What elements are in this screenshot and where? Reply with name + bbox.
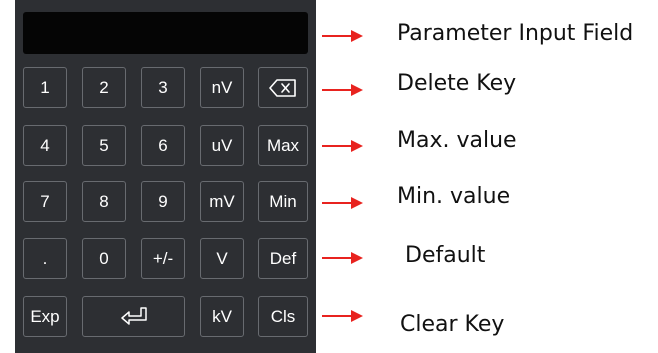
delete-key[interactable] xyxy=(258,67,308,108)
key-9[interactable]: 9 xyxy=(141,181,185,222)
key-exp[interactable]: Exp xyxy=(23,296,67,337)
annotation-clear-key: Clear Key xyxy=(400,312,505,337)
enter-key[interactable] xyxy=(82,296,185,337)
arrow-icon xyxy=(322,252,363,264)
key-kv[interactable]: kV xyxy=(200,296,244,337)
arrow-icon xyxy=(322,310,363,322)
max-value-key[interactable]: Max xyxy=(258,125,308,166)
annotation-min-value: Min. value xyxy=(397,184,511,209)
arrow-icon xyxy=(322,197,363,209)
key-uv[interactable]: uV xyxy=(200,125,244,166)
parameter-input-field[interactable] xyxy=(23,12,308,54)
backspace-icon xyxy=(269,78,296,97)
annotation-default: Default xyxy=(405,243,486,268)
key-mv[interactable]: mV xyxy=(200,181,244,222)
key-4[interactable]: 4 xyxy=(23,125,67,166)
arrow-icon xyxy=(322,84,363,96)
key-2[interactable]: 2 xyxy=(82,67,126,108)
enter-icon xyxy=(120,306,147,325)
key-v[interactable]: V xyxy=(200,238,244,279)
keypad-panel: 1 2 3 nV 4 5 6 uV Max 7 8 9 mV Min . 0 +… xyxy=(15,0,316,353)
key-sign-toggle[interactable]: +/- xyxy=(141,238,185,279)
annotation-max-value: Max. value xyxy=(397,128,517,153)
key-7[interactable]: 7 xyxy=(23,181,67,222)
key-6[interactable]: 6 xyxy=(141,125,185,166)
key-8[interactable]: 8 xyxy=(82,181,126,222)
key-decimal-point[interactable]: . xyxy=(23,238,67,279)
key-3[interactable]: 3 xyxy=(141,67,185,108)
clear-key[interactable]: Cls xyxy=(258,296,308,337)
key-1[interactable]: 1 xyxy=(23,67,67,108)
min-value-key[interactable]: Min xyxy=(258,181,308,222)
key-5[interactable]: 5 xyxy=(82,125,126,166)
arrow-icon xyxy=(322,30,363,42)
annotation-delete-key: Delete Key xyxy=(397,71,517,96)
annotation-parameter-input-field: Parameter Input Field xyxy=(397,21,634,46)
key-nv[interactable]: nV xyxy=(200,67,244,108)
arrow-icon xyxy=(322,140,363,152)
default-key[interactable]: Def xyxy=(258,238,308,279)
key-0[interactable]: 0 xyxy=(82,238,126,279)
